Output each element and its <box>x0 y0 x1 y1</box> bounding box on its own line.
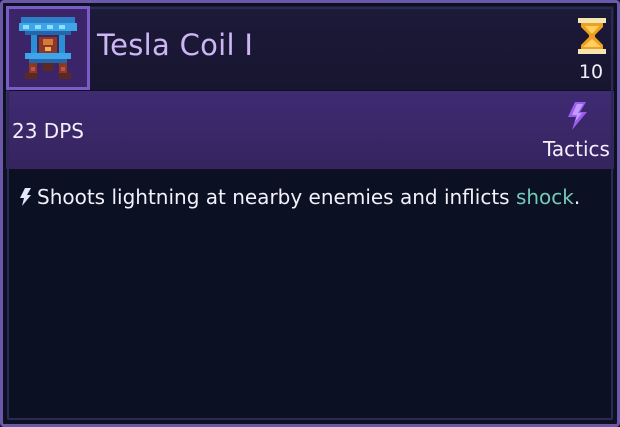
stat-bar <box>6 91 614 169</box>
build-cost: 10 <box>578 61 604 83</box>
tesla-coil-tower-icon <box>19 17 77 79</box>
shock-keyword[interactable]: shock <box>516 185 574 209</box>
ability-description: Shoots lightning at nearby enemies and i… <box>19 185 580 209</box>
hourglass-icon <box>578 18 606 54</box>
dps-stat: 23 DPS <box>12 119 84 143</box>
small-bolt-icon <box>20 188 31 206</box>
description-text: Shoots lightning at nearby enemies and i… <box>37 185 516 209</box>
description-end: . <box>573 185 581 209</box>
tower-portrait <box>6 6 90 90</box>
category-label: Tactics <box>543 137 610 161</box>
lightning-bolt-icon <box>568 102 587 130</box>
tower-title: Tesla Coil I <box>97 28 254 62</box>
tooltip-card: Tesla Coil I 10 23 DPS Tactics Shoots li… <box>0 0 620 427</box>
